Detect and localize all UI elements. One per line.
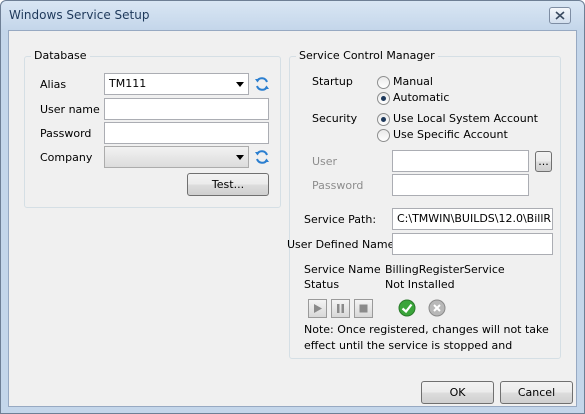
password-field[interactable] bbox=[104, 122, 269, 144]
startup-manual-label[interactable]: Manual bbox=[393, 75, 433, 88]
database-group-title: Database bbox=[31, 49, 90, 62]
user-defined-name-field[interactable] bbox=[392, 233, 553, 255]
browse-user-button[interactable]: ... bbox=[535, 151, 552, 172]
password-label: Password bbox=[40, 127, 92, 140]
service-control-manager-group: Service Control Manager Startup Manual A… bbox=[287, 49, 561, 359]
status-value: Not Installed bbox=[385, 278, 455, 291]
install-service-button[interactable] bbox=[397, 298, 417, 318]
user-field[interactable] bbox=[392, 150, 529, 172]
security-specific-account-label[interactable]: Use Specific Account bbox=[393, 128, 508, 141]
close-button[interactable] bbox=[549, 7, 571, 24]
service-name-value: BillingRegisterService bbox=[385, 263, 505, 276]
username-field[interactable] bbox=[104, 98, 269, 120]
dialog-client-area: Database Alias TM111 User name Password … bbox=[8, 30, 577, 407]
alias-combo-value: TM111 bbox=[109, 77, 147, 90]
user-label: User bbox=[312, 155, 338, 168]
company-combo[interactable] bbox=[104, 146, 249, 168]
service-path-label: Service Path: bbox=[304, 213, 377, 226]
user-password-label: Password bbox=[312, 179, 364, 192]
test-button[interactable]: Test... bbox=[187, 173, 269, 196]
security-local-system-radio[interactable] bbox=[377, 113, 390, 126]
pause-icon bbox=[337, 304, 344, 313]
close-icon bbox=[555, 11, 565, 20]
pause-service-button[interactable] bbox=[331, 299, 350, 318]
database-group: Database Alias TM111 User name Password … bbox=[24, 49, 281, 208]
stop-icon bbox=[359, 304, 368, 313]
refresh-icon[interactable] bbox=[254, 149, 270, 165]
username-label: User name bbox=[40, 103, 100, 116]
startup-manual-radio[interactable] bbox=[377, 76, 390, 89]
chevron-down-icon bbox=[236, 155, 244, 160]
start-service-button[interactable] bbox=[308, 299, 327, 318]
service-name-label: Service Name bbox=[304, 263, 381, 276]
alias-combo[interactable]: TM111 bbox=[104, 73, 249, 95]
scm-group-title: Service Control Manager bbox=[296, 49, 438, 62]
title-bar[interactable]: Windows Service Setup bbox=[1, 1, 584, 30]
user-defined-name-label: User Defined Name bbox=[287, 238, 395, 251]
alias-label: Alias bbox=[40, 78, 67, 91]
window-title: Windows Service Setup bbox=[9, 8, 150, 22]
security-specific-account-radio[interactable] bbox=[377, 129, 390, 142]
cancel-button[interactable]: Cancel bbox=[500, 381, 573, 404]
stop-service-button[interactable] bbox=[354, 299, 373, 318]
company-label: Company bbox=[40, 151, 93, 164]
refresh-icon[interactable] bbox=[254, 76, 270, 92]
service-path-field[interactable]: C:\TMWIN\BUILDS\12.0\BillR bbox=[392, 208, 553, 230]
security-local-system-label[interactable]: Use Local System Account bbox=[393, 112, 538, 125]
checkmark-icon bbox=[398, 299, 416, 317]
dialog-window: Windows Service Setup Database Alias TM1… bbox=[0, 0, 585, 414]
status-label: Status bbox=[304, 278, 340, 291]
play-icon bbox=[314, 304, 322, 313]
security-label: Security bbox=[312, 112, 358, 125]
ok-button[interactable]: OK bbox=[421, 381, 494, 404]
service-note: Note: Once registered, changes will not … bbox=[304, 323, 549, 352]
user-password-field[interactable] bbox=[392, 174, 529, 196]
startup-automatic-label[interactable]: Automatic bbox=[393, 91, 449, 104]
chevron-down-icon bbox=[236, 82, 244, 87]
startup-label: Startup bbox=[312, 75, 353, 88]
startup-automatic-radio[interactable] bbox=[377, 92, 390, 105]
cancel-circle-icon bbox=[428, 299, 446, 317]
uninstall-service-button[interactable] bbox=[427, 298, 447, 318]
